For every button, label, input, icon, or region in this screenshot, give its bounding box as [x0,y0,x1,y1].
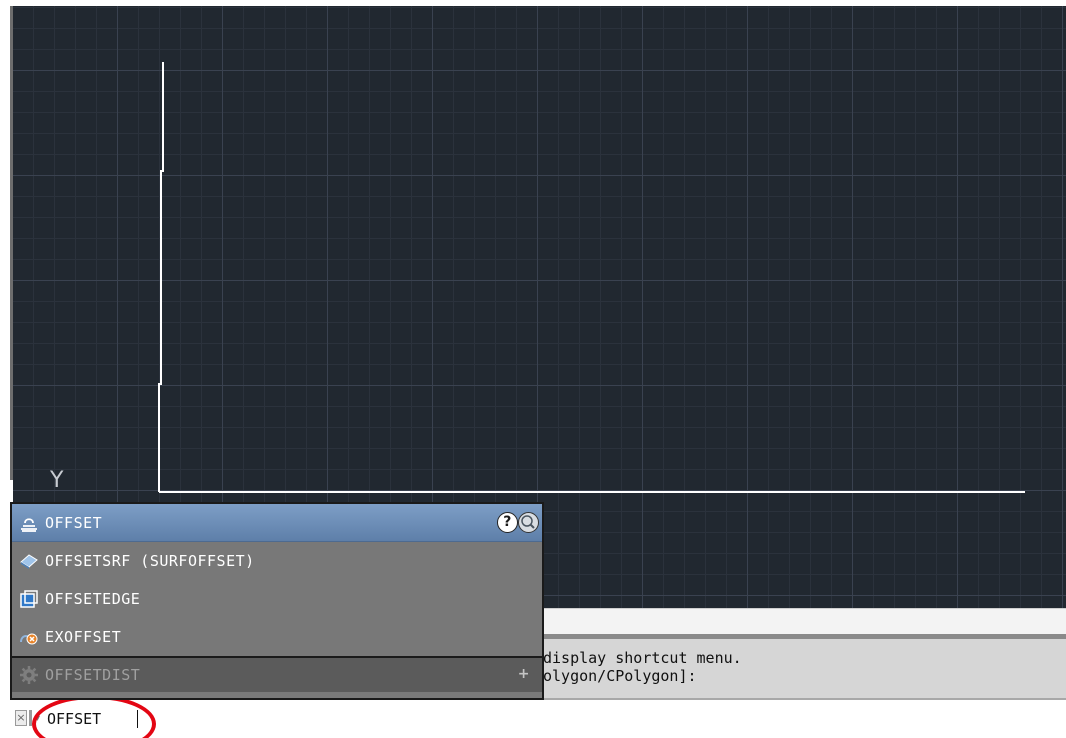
command-window-titlebar[interactable] [543,608,1066,634]
offset-edge-icon [20,590,38,608]
globe-search-icon [521,515,535,529]
autocomplete-item-label: OFFSETDIST [45,666,141,684]
left-margin [0,0,10,738]
autocomplete-item-exoffset[interactable]: EXOFFSET [12,618,542,656]
history-line: olygon/CPolygon]: [543,667,697,685]
command-line: × ▾ [0,700,1066,738]
offset-icon [21,517,37,532]
command-history: display shortcut menu. olygon/CPolygon]: [543,634,1066,700]
autocomplete-list: OFFSET ? OFFSETSRF (SURFOFFSET) OFFSETED… [10,502,544,700]
express-offset-icon [20,633,38,645]
autocomplete-item-offsetedge[interactable]: OFFSETEDGE [12,580,542,618]
history-line: display shortcut menu. [543,649,742,667]
autocomplete-item-offset[interactable]: OFFSET ? [12,504,542,542]
search-internet-icon[interactable] [518,512,539,533]
expand-plus-icon[interactable]: + [518,666,530,682]
close-icon[interactable]: × [15,710,27,726]
top-edge [0,0,1066,6]
autocomplete-item-label: EXOFFSET [45,628,122,646]
surface-offset-icon [20,554,38,569]
ucs-y-axis-label: Y [50,468,64,493]
autocomplete-item-label: OFFSET [45,513,103,532]
autocomplete-item-label: OFFSETSRF (SURFOFFSET) [45,552,255,570]
autocomplete-item-offsetdist[interactable]: OFFSETDIST + [12,656,542,692]
autocomplete-item-offsetsrf[interactable]: OFFSETSRF (SURFOFFSET) [12,542,542,580]
help-icon[interactable]: ? [497,512,518,533]
polyline-vertical[interactable] [158,62,164,492]
autocomplete-item-label: OFFSETEDGE [45,590,141,608]
system-variable-gear-icon [20,666,38,684]
